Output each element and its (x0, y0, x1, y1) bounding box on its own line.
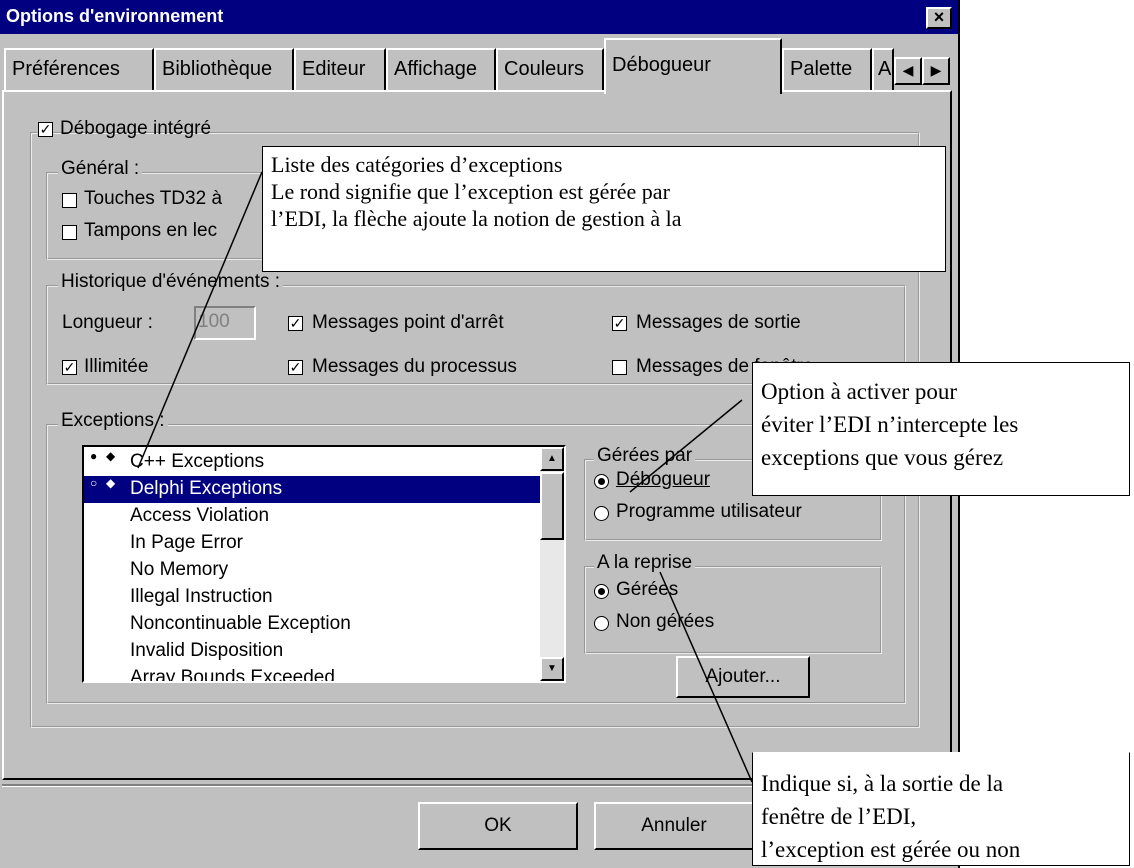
resume-leader-line (659, 571, 753, 783)
option-leader-line (629, 399, 743, 493)
categories-callout: Liste des catégories d’exceptions Le ron… (262, 146, 946, 272)
tab-debogueur[interactable]: Débogueur (604, 38, 782, 94)
option-callout: Option à activer pour éviter l’EDI n’int… (752, 362, 1130, 496)
categories-leader-line (137, 171, 263, 469)
resume-callout: Indique si, à la sortie de la fenêtre de… (752, 752, 1130, 866)
